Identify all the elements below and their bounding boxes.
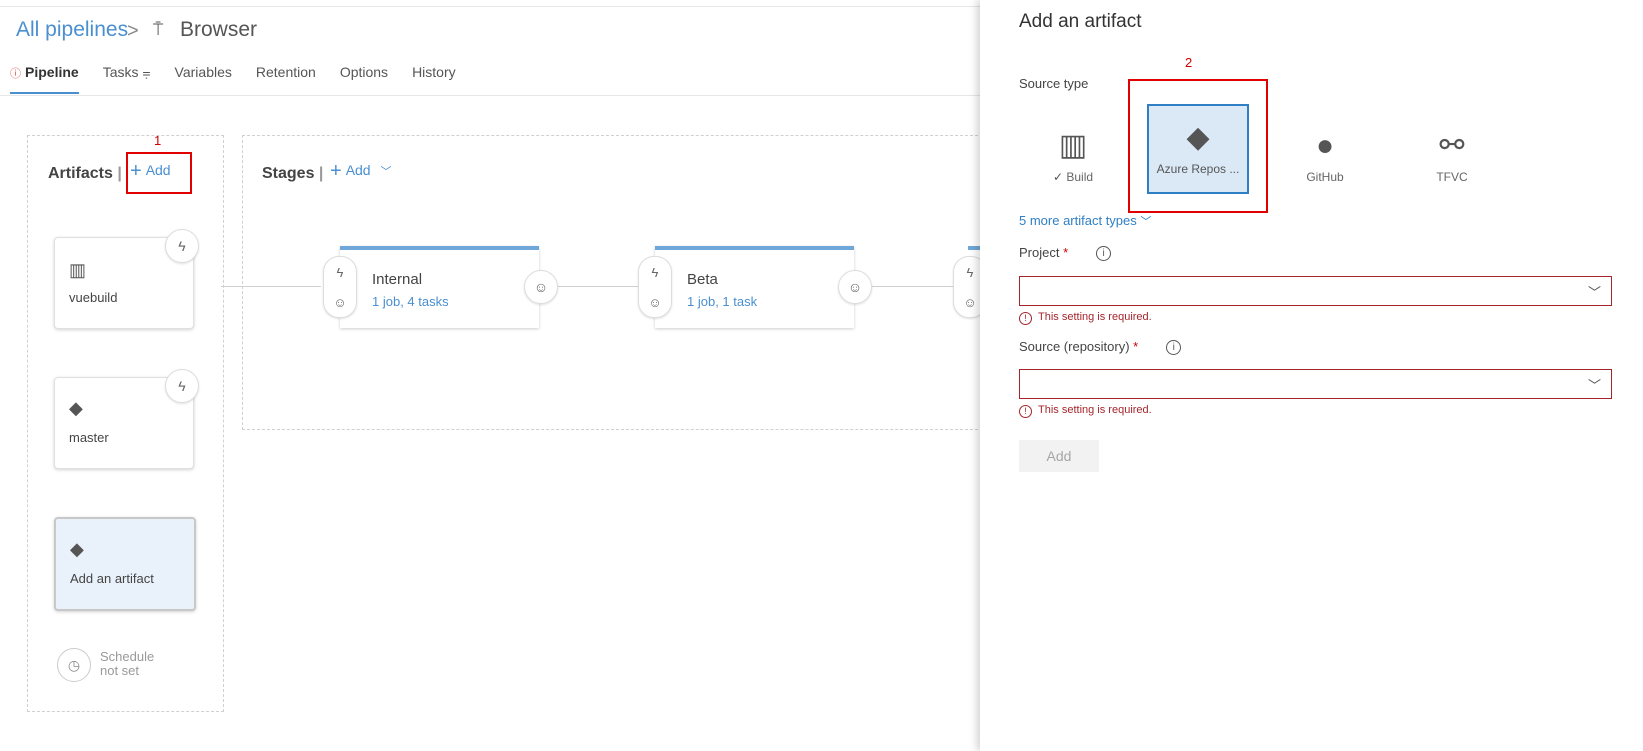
breadcrumb-separator: > — [127, 20, 139, 42]
stage-card-internal[interactable]: Internal 1 job, 4 tasks — [340, 246, 539, 328]
git-icon: ◆ — [69, 398, 83, 418]
artifact-card-add-an-artifact[interactable]: ◆ Add an artifact — [54, 517, 196, 611]
source-type-label: Source type — [1019, 76, 1089, 91]
stage-name: Internal — [372, 271, 423, 288]
source-type-tfvc[interactable]: ⚯ TFVC — [1403, 114, 1501, 200]
tab-tasks[interactable]: Tasks ⩦ — [103, 64, 151, 94]
trigger-icon[interactable]: ϟ — [165, 369, 199, 403]
breadcrumb-all-pipelines[interactable]: All pipelines — [16, 18, 128, 42]
person-icon: ☺ — [333, 294, 347, 310]
pre-deployment-conditions[interactable]: ϟ ☺ — [323, 256, 357, 318]
annotation-number-2: 2 — [1185, 55, 1193, 70]
add-stage-link[interactable]: + Add ﹀ — [330, 160, 392, 183]
stage-card-beta[interactable]: Beta 1 job, 1 task — [655, 246, 854, 328]
lightning-icon: ϟ — [966, 264, 974, 280]
build-icon: ▥ — [69, 260, 87, 280]
project-dropdown[interactable]: ﹀ — [1019, 276, 1612, 306]
post-deployment-person-icon[interactable]: ☺ — [524, 270, 558, 304]
more-artifact-types-link[interactable]: 5 more artifact types ﹀ — [1019, 213, 1151, 229]
artifact-name: vuebuild — [69, 290, 118, 305]
tab-variables[interactable]: Variables — [175, 64, 232, 94]
person-icon: ☺ — [648, 294, 662, 310]
pre-deployment-conditions[interactable]: ϟ ☺ — [638, 256, 672, 318]
stage-name: Beta — [687, 271, 718, 288]
source-repository-error: ! This setting is required. — [1019, 404, 1152, 418]
tab-history[interactable]: History — [412, 64, 456, 94]
stages-label: Stages | — [262, 165, 324, 182]
source-repository-dropdown[interactable]: ﹀ — [1019, 369, 1612, 399]
source-repository-label: Source (repository) * i — [1019, 339, 1182, 356]
check-icon: ✓ — [1052, 170, 1064, 184]
error-icon: ! — [1019, 311, 1032, 325]
git-icon: ◆ — [70, 539, 84, 559]
error-icon: ! — [1019, 404, 1032, 418]
project-error: ! This setting is required. — [1019, 311, 1152, 325]
person-icon: ☺ — [963, 294, 977, 310]
info-icon[interactable]: i — [1166, 340, 1182, 356]
artifacts-label: Artifacts | — [48, 165, 122, 182]
clock-icon[interactable]: ◷ — [57, 648, 91, 682]
stage-card-partial — [968, 246, 980, 250]
chevron-down-icon: ﹀ — [1140, 216, 1152, 228]
panel-title: Add an artifact — [1019, 11, 1142, 32]
artifact-name: Add an artifact — [70, 571, 154, 586]
tfvc-icon: ⚯ — [1439, 129, 1465, 162]
chevron-down-icon: ﹀ — [380, 166, 392, 178]
annotation-number-1: 1 — [154, 133, 162, 148]
page-title: Browser — [180, 18, 258, 41]
source-type-build[interactable]: ▥ ✓ Build — [1024, 114, 1122, 200]
add-artifact-link[interactable]: + Add — [130, 160, 171, 183]
stage-summary[interactable]: 1 job, 1 task — [687, 294, 757, 309]
tabs-divider — [0, 95, 980, 96]
source-type-github[interactable]: ● GitHub — [1276, 114, 1374, 200]
tab-options[interactable]: Options — [340, 64, 388, 94]
info-icon[interactable]: i — [1096, 246, 1112, 262]
chevron-down-icon: ﹀ — [1587, 378, 1601, 393]
artifact-name: master — [69, 430, 109, 445]
warning-icon: ⓘ — [10, 68, 21, 80]
lightning-icon: ϟ — [651, 264, 659, 280]
post-deployment-person-icon[interactable]: ☺ — [838, 270, 872, 304]
trigger-icon[interactable]: ϟ — [165, 229, 199, 263]
github-icon: ● — [1315, 129, 1335, 162]
plus-icon: + — [130, 160, 142, 182]
plus-icon: + — [330, 160, 342, 182]
pipeline-icon: ⍑ — [153, 20, 164, 39]
build-icon: ▥ — [1058, 129, 1088, 162]
chevron-down-icon: ﹀ — [1587, 285, 1601, 300]
tab-bar: ⓘ Pipeline Tasks ⩦ Variables Retention Op… — [10, 64, 480, 94]
lightning-icon: ϟ — [336, 264, 344, 280]
azure-repos-icon: ◆ — [1186, 121, 1210, 154]
project-label: Project * i — [1019, 245, 1112, 262]
stage-summary[interactable]: 1 job, 4 tasks — [372, 294, 449, 309]
schedule-status[interactable]: Schedule not set — [100, 650, 154, 678]
source-type-azure-repos[interactable]: ◆ Azure Repos ... — [1147, 104, 1249, 194]
add-button[interactable]: Add — [1019, 440, 1099, 472]
tab-pipeline[interactable]: ⓘ Pipeline — [10, 64, 79, 94]
tab-retention[interactable]: Retention — [256, 64, 316, 94]
